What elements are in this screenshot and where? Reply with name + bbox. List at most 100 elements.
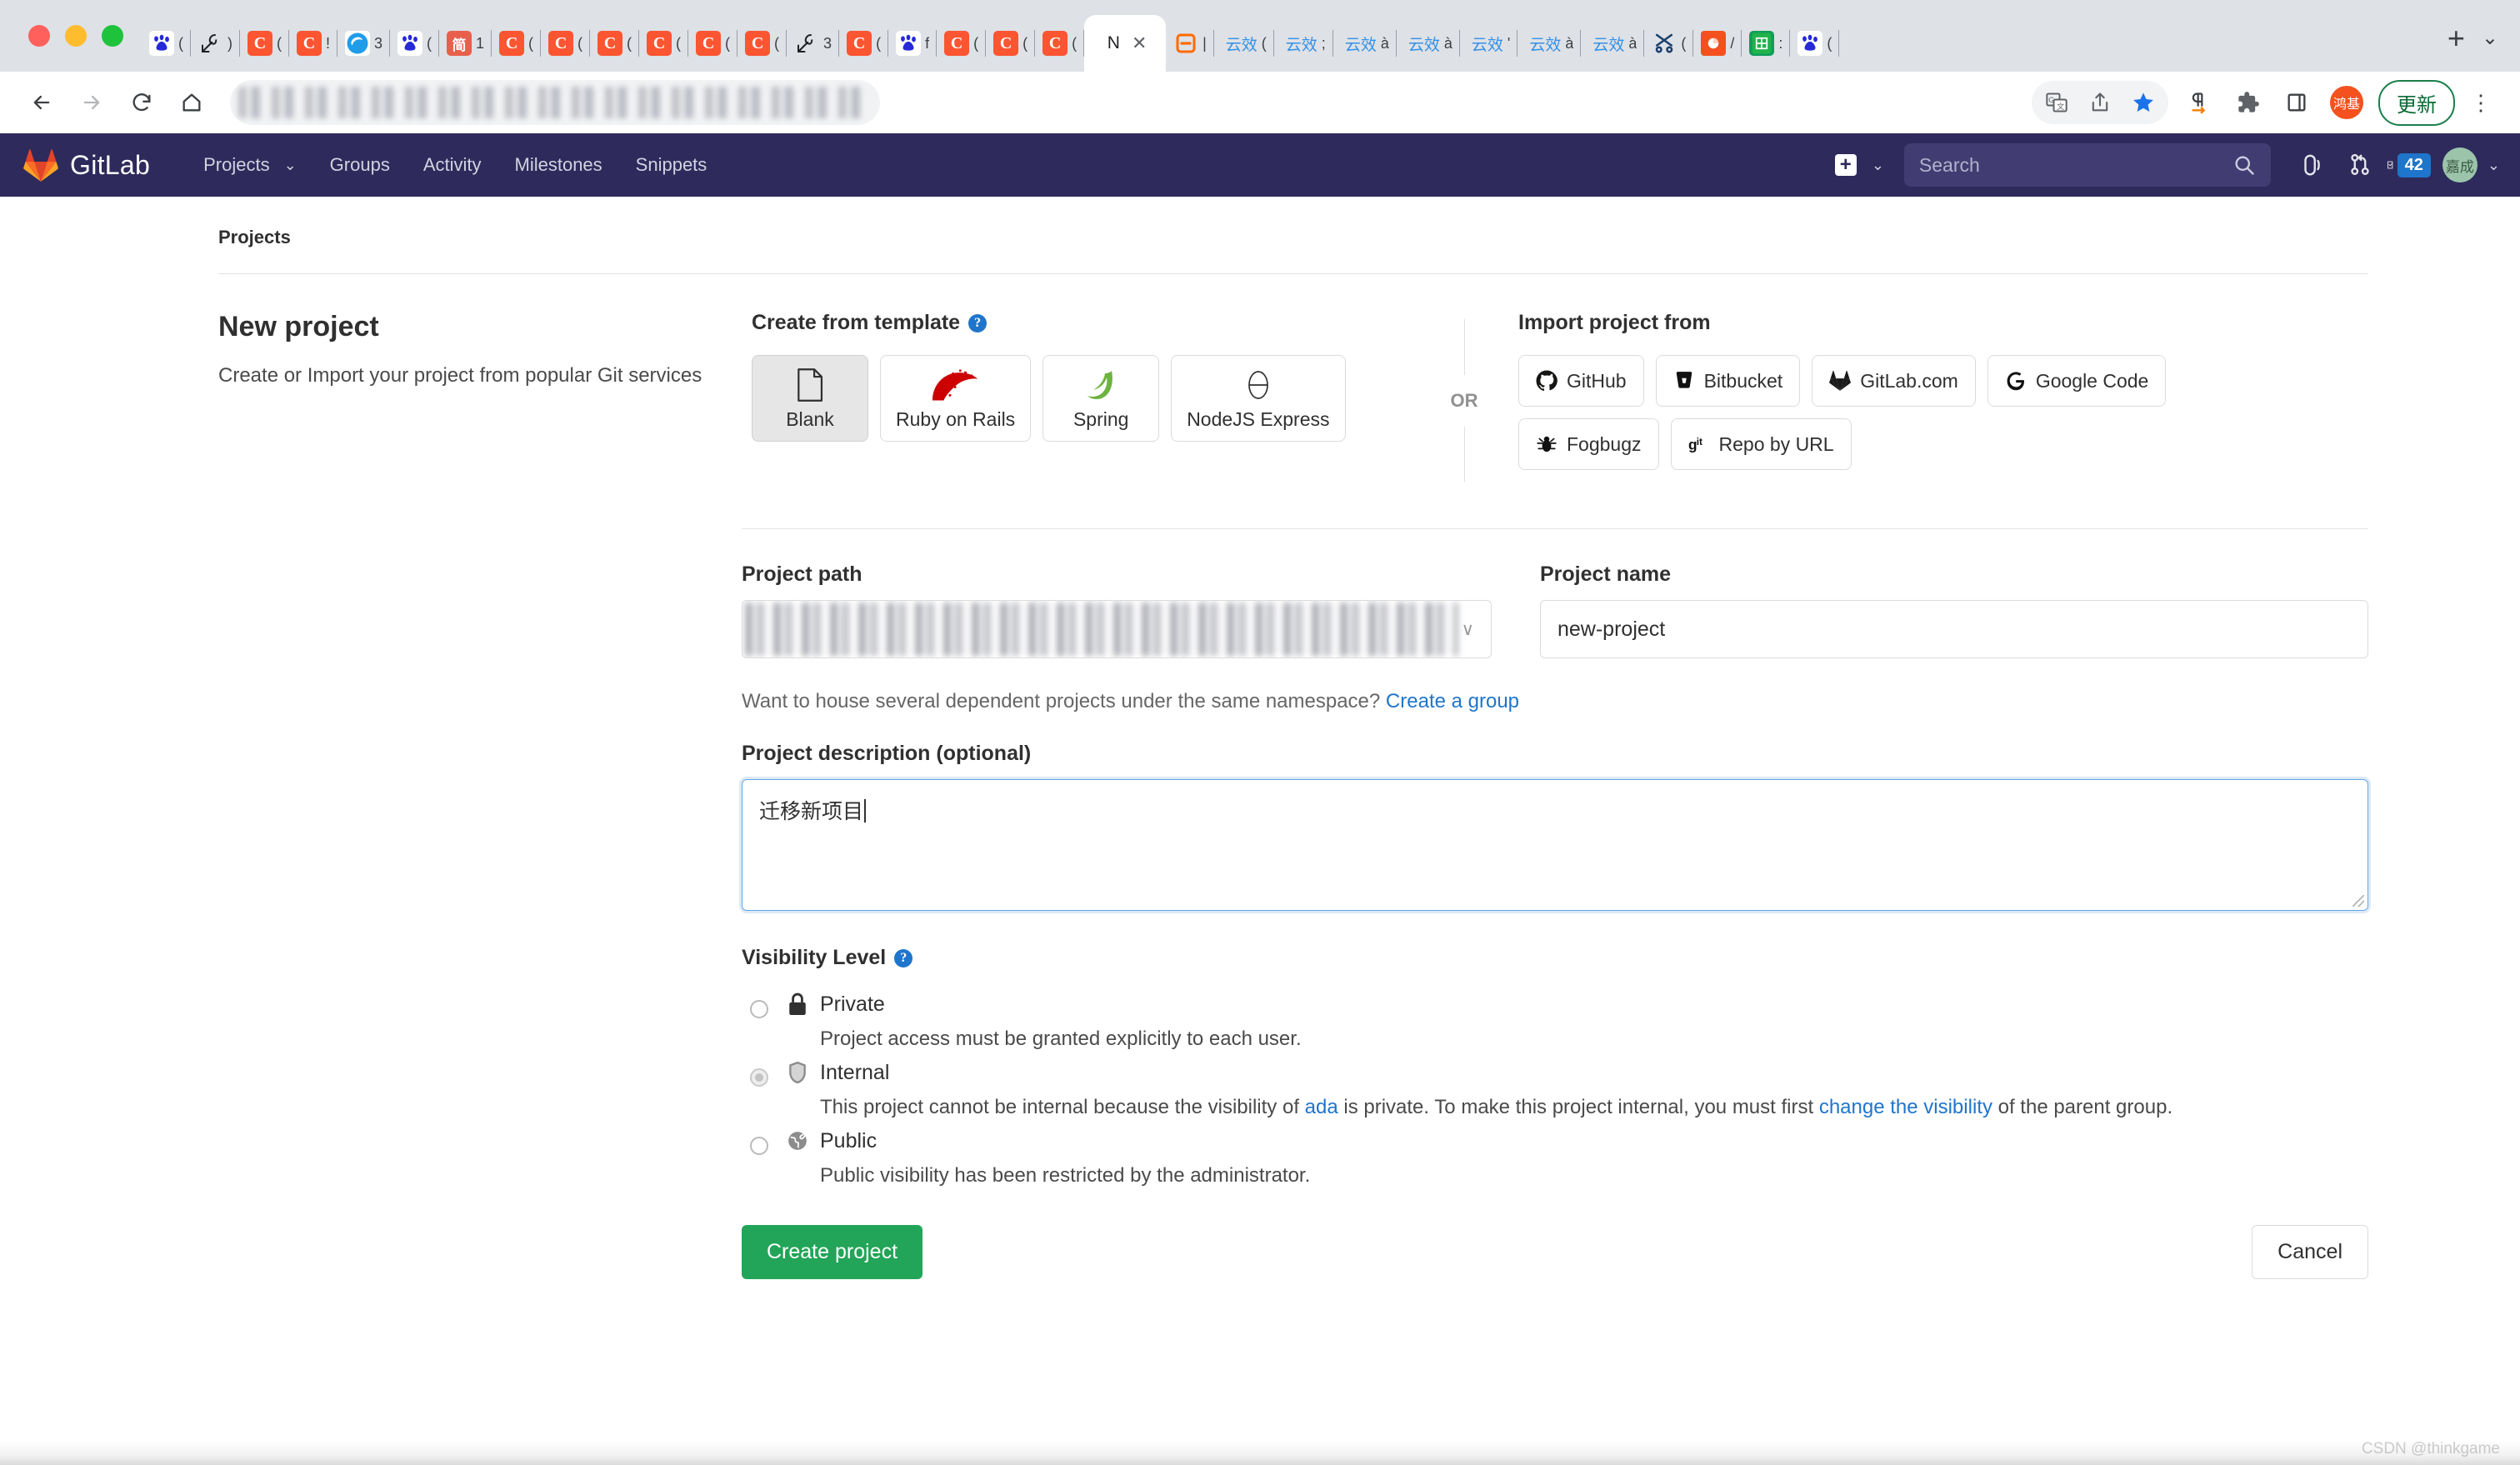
search-input[interactable] — [1918, 153, 2232, 177]
template-card-ruby-on-rails[interactable]: Ruby on Rails — [880, 355, 1032, 442]
gitlab-logo[interactable]: GitLab — [23, 148, 150, 182]
kebab-menu-icon[interactable]: ⋮ — [2460, 90, 2502, 116]
sidebar-icon[interactable] — [2275, 81, 2318, 124]
help-icon[interactable]: ? — [968, 313, 988, 332]
browser-tab[interactable]: 云效 à — [1333, 15, 1397, 72]
visibility-radio-public[interactable] — [750, 1137, 768, 1156]
issues-icon[interactable] — [2289, 142, 2334, 188]
browser-tab[interactable]: 云效( — [1214, 15, 1274, 72]
bookmark-star-icon[interactable] — [2122, 81, 2165, 124]
page-bottom-shadow — [0, 1440, 2520, 1465]
import-button-github[interactable]: GitHub — [1518, 355, 1644, 407]
browser-tab[interactable]: 3 — [787, 15, 840, 72]
import-button-google-code[interactable]: Google Code — [1987, 355, 2167, 407]
back-arrow-icon[interactable] — [18, 79, 65, 126]
browser-tab[interactable]: C! — [289, 15, 338, 72]
visibility-option-public[interactable]: Public Public visibility has been restric… — [742, 1128, 2368, 1190]
browser-tab[interactable]: C( — [688, 15, 738, 72]
forward-arrow-icon[interactable] — [68, 79, 115, 126]
address-bar[interactable] — [230, 80, 880, 125]
browser-tab[interactable]: C( — [839, 15, 889, 72]
visibility-head-internal: Internal — [787, 1060, 2368, 1085]
puzzle-icon[interactable] — [2227, 81, 2270, 124]
browser-tab[interactable]: | — [1166, 15, 1214, 72]
visibility-option-private[interactable]: Private Project access must be granted ex… — [742, 992, 2368, 1053]
browser-tab[interactable]: 云效 à — [1581, 15, 1645, 72]
browser-tab[interactable]: 云效; — [1274, 15, 1333, 72]
browser-tab[interactable]: C( — [1035, 15, 1085, 72]
minimize-window-button[interactable] — [65, 25, 87, 47]
browser-tab[interactable]: C( — [240, 15, 289, 72]
browser-tab[interactable]: : — [1742, 15, 1791, 72]
browser-profile-avatar[interactable]: 鸿基 — [2330, 86, 2363, 119]
chevron-down-icon: ∨ — [1461, 619, 1474, 639]
create-new-button[interactable]: + ⌄ — [1823, 154, 1896, 176]
browser-tab[interactable]: C( — [937, 15, 987, 72]
visibility-radio-private[interactable] — [750, 1000, 768, 1018]
browser-tab[interactable]: ( — [1790, 15, 1840, 72]
new-tab-button[interactable]: + — [2429, 23, 2482, 72]
project-name-input[interactable]: new-project — [1540, 600, 2368, 658]
change-the-visibility-link[interactable]: change the visibility — [1819, 1096, 1992, 1118]
search-box[interactable] — [1903, 143, 2271, 187]
browser-tab[interactable]: C( — [986, 15, 1036, 72]
template-card-spring[interactable]: Spring — [1042, 355, 1160, 442]
browser-tab[interactable]: ( — [390, 15, 440, 72]
user-avatar[interactable]: 嘉成 — [2442, 148, 2478, 182]
project-description-textarea[interactable]: 迁移新项目 — [742, 779, 2368, 911]
browser-tab[interactable]: / — [1693, 15, 1742, 72]
browser-tab[interactable]: 云效 ' — [1460, 15, 1518, 72]
maximize-window-button[interactable] — [102, 25, 123, 47]
template-card-blank[interactable]: Blank — [752, 355, 868, 442]
nav-item-snippets[interactable]: Snippets — [619, 154, 724, 176]
nav-item-activity[interactable]: Activity — [407, 154, 498, 176]
visibility-option-list: Private Project access must be granted ex… — [742, 992, 2368, 1190]
close-icon[interactable]: ✕ — [1132, 32, 1147, 54]
import-button-fogbugz[interactable]: Fogbugz — [1518, 418, 1659, 470]
browser-tab[interactable]: C( — [492, 15, 542, 72]
nav-item-projects[interactable]: Projects ⌄ — [187, 154, 313, 176]
browser-tab[interactable]: 云效 à — [1397, 15, 1460, 72]
browser-tab[interactable]: C( — [639, 15, 689, 72]
browser-tab[interactable]: C( — [738, 15, 788, 72]
home-icon[interactable] — [168, 79, 215, 126]
update-button[interactable]: 更新 — [2378, 79, 2455, 126]
merge-requests-icon[interactable] — [2338, 142, 2382, 188]
share-icon[interactable] — [2078, 81, 2122, 124]
browser-tab[interactable]: 简1 — [439, 15, 492, 72]
import-button-repo-by-url[interactable]: g it Repo by URL — [1670, 418, 1852, 470]
browser-tab[interactable]: 3 — [338, 15, 391, 72]
browser-tab[interactable]: 云效 à — [1518, 15, 1582, 72]
breadcrumb[interactable]: Projects — [0, 197, 2520, 273]
visibility-option-description: This project cannot be internal because … — [820, 1096, 2173, 1119]
nav-item-groups[interactable]: Groups — [313, 154, 407, 176]
help-icon[interactable]: ? — [894, 948, 913, 968]
close-window-button[interactable] — [28, 25, 50, 47]
browser-tab[interactable]: C( — [541, 15, 591, 72]
visibility-option-internal[interactable]: Internal This project cannot be internal … — [742, 1060, 2368, 1122]
project-path-select[interactable]: ∨ — [742, 600, 1492, 658]
create-a-group-link[interactable]: Create a group — [1386, 690, 1519, 712]
create-project-button[interactable]: Create project — [742, 1225, 923, 1280]
import-button-bitbucket[interactable]: Bitbucket — [1655, 355, 1801, 407]
reload-icon[interactable] — [118, 79, 165, 126]
cancel-button[interactable]: Cancel — [2252, 1225, 2368, 1280]
pilcrow-icon[interactable] — [2178, 81, 2222, 124]
browser-tab[interactable]: ( — [142, 15, 191, 72]
browser-tab-active[interactable]: N ✕ — [1084, 15, 1167, 72]
chevron-down-icon[interactable]: ⌄ — [2488, 157, 2500, 174]
template-card-nodejs-express[interactable]: NodeJS Express — [1171, 355, 1346, 442]
browser-tab[interactable]: ( — [1644, 15, 1694, 72]
browser-tab[interactable]: f — [888, 15, 938, 72]
import-button-gitlab-com[interactable]: GitLab.com — [1812, 355, 1976, 407]
visibility-desc-link-namespace[interactable]: ada — [1305, 1096, 1338, 1118]
browser-tab[interactable]: ) — [191, 15, 240, 72]
todos-button[interactable]: 42 — [2386, 142, 2431, 188]
csdn-icon: C — [696, 31, 722, 56]
resize-handle[interactable] — [2352, 895, 2364, 907]
browser-tab[interactable]: C( — [590, 15, 640, 72]
nav-item-milestones[interactable]: Milestones — [498, 154, 619, 176]
visibility-radio-internal[interactable] — [750, 1068, 768, 1088]
chevron-down-icon[interactable]: ⌄ — [2482, 26, 2520, 72]
translate-icon[interactable]: G文 — [2035, 81, 2078, 124]
